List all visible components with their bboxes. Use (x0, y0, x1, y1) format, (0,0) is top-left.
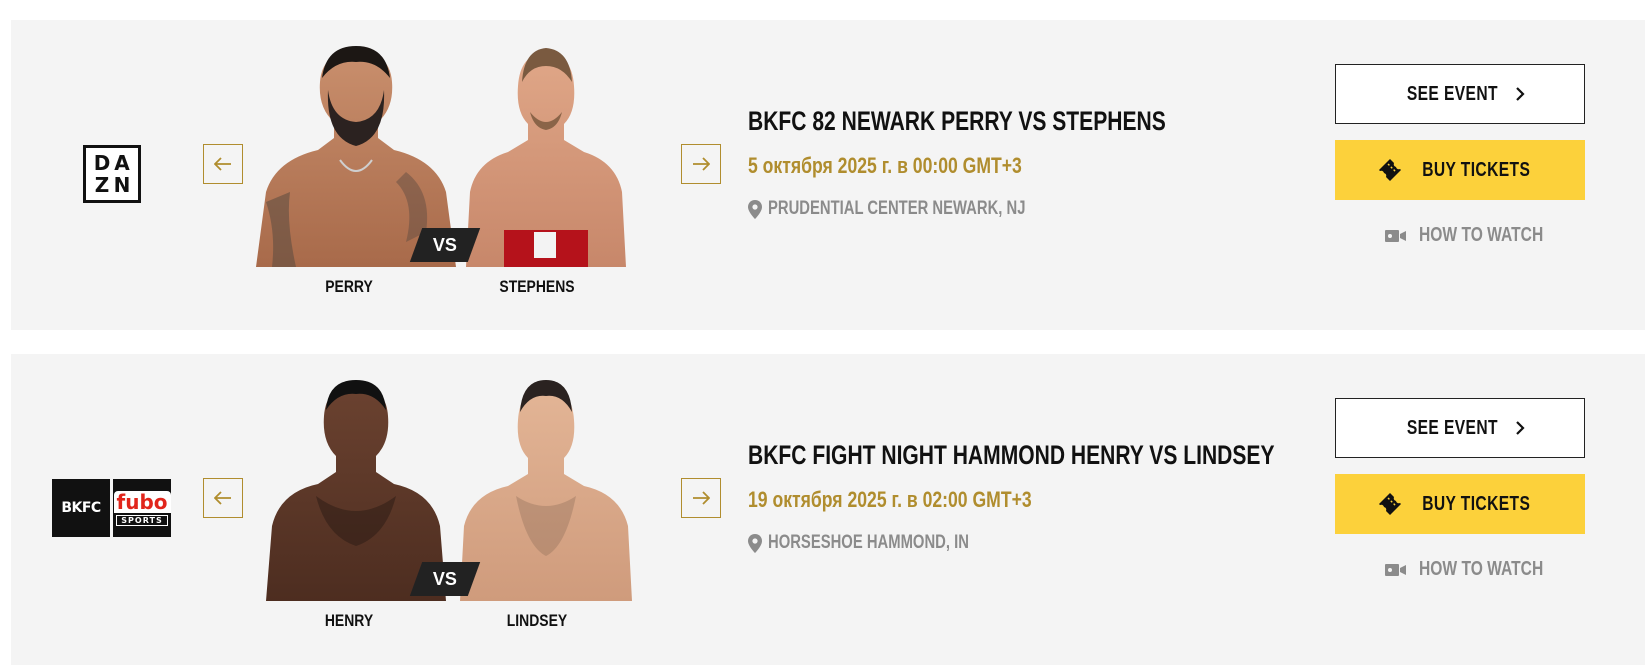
next-button[interactable] (681, 478, 721, 518)
fighter-name-left: HENRY (324, 611, 374, 630)
how-to-watch-link[interactable]: HOW TO WATCH (1385, 558, 1578, 581)
see-event-label: SEE EVENT (1406, 416, 1498, 439)
dazn-letter: D (93, 151, 111, 175)
prev-button[interactable] (203, 478, 243, 518)
how-to-watch-label: HOW TO WATCH (1419, 558, 1544, 580)
video-camera-icon (1385, 563, 1406, 576)
arrow-right-icon (693, 491, 710, 505)
arrow-right-icon (693, 157, 710, 171)
dazn-letter: Z (94, 173, 110, 197)
fighter-name-right: STEPHENS (499, 277, 575, 296)
fubo-sports-logo: fubo SPORTS (113, 479, 171, 537)
dazn-letter: N (113, 173, 131, 197)
ticket-icon (1378, 159, 1401, 181)
venue-label: HORSESHOE HAMMOND, IN (768, 532, 969, 553)
event-title[interactable]: BKFC 82 NEWARK PERRY VS STEPHENS (748, 106, 1166, 137)
fighters-matchup: VS HENRY LINDSEY (256, 366, 656, 656)
fubo-logo-sub: SPORTS (116, 514, 168, 526)
arrow-left-icon (214, 157, 231, 171)
how-to-watch-label: HOW TO WATCH (1419, 224, 1544, 246)
video-camera-icon (1385, 229, 1406, 242)
event-date: 5 октября 2025 г. в 00:00 GMT+3 (748, 153, 1022, 178)
location-pin-icon (748, 199, 762, 219)
buy-tickets-label: BUY TICKETS (1421, 158, 1531, 181)
vs-label: VS (432, 568, 457, 589)
venue-label: PRUDENTIAL CENTER NEWARK, NJ (768, 198, 1026, 219)
see-event-button[interactable]: SEE EVENT (1335, 398, 1585, 458)
dazn-logo: D A Z N (83, 145, 141, 203)
prev-button[interactable] (203, 144, 243, 184)
vs-badge: VS (409, 228, 481, 262)
fubo-logo-text: fubo (113, 490, 171, 513)
bkfc-logo-text: BKFC (61, 500, 101, 516)
event-card: BKFC fubo SPORTS VS HENRY LINDSEY BKFC F… (11, 354, 1645, 665)
see-event-label: SEE EVENT (1406, 82, 1498, 105)
fighters-matchup: VS PERRY STEPHENS (256, 32, 656, 322)
location-pin-icon (748, 533, 762, 553)
ticket-icon (1378, 493, 1401, 515)
see-event-button[interactable]: SEE EVENT (1335, 64, 1585, 124)
buy-tickets-button[interactable]: BUY TICKETS (1335, 140, 1585, 200)
bkfc-logo: BKFC (52, 479, 110, 537)
vs-label: VS (432, 234, 457, 255)
event-title[interactable]: BKFC FIGHT NIGHT HAMMOND HENRY VS LINDSE… (748, 440, 1275, 471)
event-card: D A Z N VS PERRY STEPHENS BKFC 82 NEWARK… (11, 20, 1645, 330)
chevron-right-icon (1516, 87, 1525, 101)
dazn-letter: A (114, 151, 130, 175)
fighter-name-right: LINDSEY (506, 611, 568, 630)
event-venue: PRUDENTIAL CENTER NEWARK, NJ (748, 198, 1098, 220)
buy-tickets-label: BUY TICKETS (1421, 492, 1531, 515)
fighter-name-left: PERRY (325, 277, 373, 296)
buy-tickets-button[interactable]: BUY TICKETS (1335, 474, 1585, 534)
arrow-left-icon (214, 491, 231, 505)
chevron-right-icon (1516, 421, 1525, 435)
how-to-watch-link[interactable]: HOW TO WATCH (1385, 224, 1578, 247)
next-button[interactable] (681, 144, 721, 184)
event-venue: HORSESHOE HAMMOND, IN (748, 532, 1026, 554)
event-date: 19 октября 2025 г. в 02:00 GMT+3 (748, 487, 1032, 512)
vs-badge: VS (409, 562, 481, 596)
